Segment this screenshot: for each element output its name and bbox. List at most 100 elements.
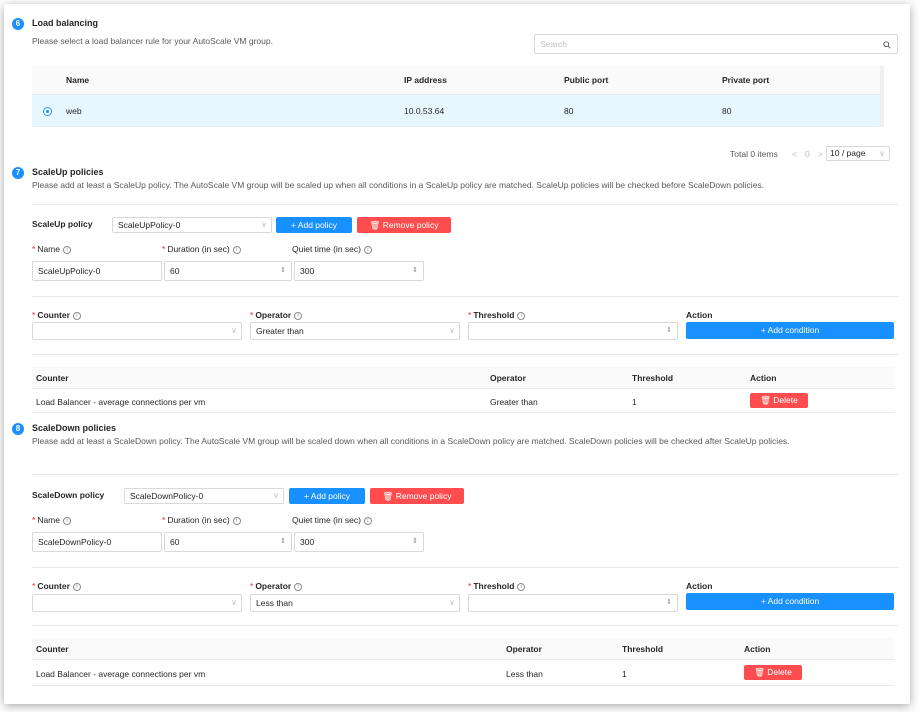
scaleup-duration-label: * Duration (in sec) i (162, 244, 241, 254)
chevron-down-icon: ∨ (231, 326, 237, 335)
chevron-down-icon: ∨ (261, 220, 267, 229)
divider (32, 354, 898, 355)
pagination-prev[interactable]: < (792, 149, 797, 159)
scaleup-threshold-label: * Threshold i (468, 310, 526, 320)
scaleup-action-label: Action (686, 310, 713, 320)
lb-col-public-port: Public port (564, 75, 609, 85)
table-row: Load Balancer - average connections per … (32, 389, 894, 413)
scaleup-quiet-input[interactable]: 300 ⇕ (294, 261, 424, 281)
divider (32, 296, 898, 297)
col-operator: Operator (490, 373, 526, 383)
lb-search-placeholder: Search (540, 39, 567, 49)
scaleup-operator-label: * Operator i (250, 310, 303, 320)
table-row[interactable]: web 10.0.53.64 80 80 (32, 95, 880, 127)
scaledown-description: Please add at least a ScaleDown policy. … (32, 436, 790, 446)
scaleup-counter-label: * Counter i (32, 310, 81, 320)
lb-col-name: Name (66, 75, 90, 85)
col-action: Action (750, 373, 777, 383)
lb-search-input[interactable]: Search (534, 34, 898, 54)
scaledown-duration-value: 60 (170, 537, 180, 547)
search-icon[interactable] (883, 35, 891, 53)
lb-row-ip: 10.0.53.64 (404, 106, 445, 116)
delete-label: Delete (767, 667, 792, 677)
step-badge-8: 8 (12, 423, 24, 435)
scaledown-quiet-input[interactable]: 300 ⇕ (294, 532, 424, 552)
delete-condition-button[interactable]: 🗑 Delete (744, 665, 802, 680)
delete-label: Delete (773, 395, 798, 405)
scaleup-duration-input[interactable]: 60 ⇕ (164, 261, 292, 281)
col-threshold: Threshold (622, 644, 664, 654)
page-size-select[interactable]: 10 / page ∨ (826, 146, 890, 161)
lb-col-ip: IP address (404, 75, 447, 85)
condition-counter: Load Balancer - average connections per … (36, 669, 206, 679)
delete-condition-button[interactable]: 🗑 Delete (750, 393, 808, 408)
load-balancing-description: Please select a load balancer rule for y… (32, 36, 273, 46)
condition-operator: Greater than (490, 397, 538, 407)
scaledown-counter-label: * Counter i (32, 581, 81, 591)
col-threshold: Threshold (632, 373, 674, 383)
step-badge-6: 6 (12, 18, 24, 30)
scaleup-add-policy-button[interactable]: + Add policy (276, 217, 352, 233)
scaleup-policy-selected: ScaleUpPolicy-0 (118, 220, 181, 230)
trash-icon: 🗑 (382, 491, 394, 501)
scaleup-threshold-input[interactable]: ⇕ (468, 322, 678, 340)
scaleup-name-input[interactable]: ScaleUpPolicy-0 (32, 261, 162, 281)
scaleup-add-condition-button[interactable]: + Add condition (686, 322, 894, 339)
scaleup-description: Please add at least a ScaleUp policy. Th… (32, 180, 765, 190)
scaleup-title: ScaleUp policies (32, 167, 104, 177)
pagination-page[interactable]: 0 (805, 149, 810, 159)
scaleup-name-label: * Name i (32, 244, 71, 254)
scaledown-counter-select[interactable]: ∨ (32, 594, 242, 612)
scaledown-policy-selected: ScaleDownPolicy-0 (130, 491, 204, 501)
scaledown-add-policy-button[interactable]: + Add policy (289, 488, 365, 504)
scaledown-name-input[interactable]: ScaleDownPolicy-0 (32, 532, 162, 552)
scaledown-add-condition-button[interactable]: + Add condition (686, 593, 894, 610)
trash-icon: 🗑 (369, 220, 381, 230)
scaleup-remove-policy-button[interactable]: 🗑 Remove policy (357, 217, 451, 233)
scaledown-threshold-input[interactable]: ⇕ (468, 594, 678, 612)
info-icon: i (232, 245, 241, 254)
chevron-down-icon: ∨ (449, 598, 455, 607)
scaleup-counter-select[interactable]: ∨ (32, 322, 242, 340)
scaleup-quiet-label: Quiet time (in sec) i (292, 244, 372, 254)
info-icon: i (63, 245, 71, 254)
col-counter: Counter (36, 373, 69, 383)
info-icon: i (294, 311, 303, 320)
col-operator: Operator (506, 644, 542, 654)
scaledown-remove-policy-button[interactable]: 🗑 Remove policy (370, 488, 464, 504)
scaledown-policy-select[interactable]: ScaleDownPolicy-0 ∨ (124, 488, 284, 504)
scaledown-duration-input[interactable]: 60 ⇕ (164, 532, 292, 552)
scaledown-title: ScaleDown policies (32, 423, 117, 433)
condition-operator: Less than (506, 669, 543, 679)
info-icon: i (72, 582, 81, 591)
autoscale-form: 6 Load balancing Please select a load ba… (4, 4, 910, 704)
info-icon: i (517, 582, 526, 591)
scaledown-quiet-label: Quiet time (in sec) i (292, 515, 372, 525)
stepper-icon[interactable]: ⇕ (412, 262, 418, 280)
info-icon: i (294, 582, 303, 591)
scaleup-operator-select[interactable]: Greater than ∨ (250, 322, 460, 340)
lb-row-public-port: 80 (564, 106, 574, 116)
stepper-icon[interactable]: ⇕ (280, 262, 286, 280)
scaledown-operator-value: Less than (256, 598, 293, 608)
pagination-next[interactable]: > (818, 149, 823, 159)
stepper-icon[interactable]: ⇕ (412, 533, 418, 551)
load-balancing-title: Load balancing (32, 18, 99, 28)
info-icon: i (63, 516, 71, 525)
scaledown-conditions-header: Counter Operator Threshold Action (32, 638, 894, 660)
lb-row-radio[interactable] (43, 107, 52, 116)
condition-threshold: 1 (622, 669, 627, 679)
trash-icon: 🗑 (760, 395, 771, 405)
scaleup-policy-select[interactable]: ScaleUpPolicy-0 ∨ (112, 217, 272, 233)
stepper-icon[interactable]: ⇕ (666, 323, 672, 339)
condition-threshold: 1 (632, 397, 637, 407)
chevron-down-icon: ∨ (273, 491, 279, 500)
table-scrollbar[interactable] (880, 66, 884, 127)
info-icon: i (72, 311, 81, 320)
trash-icon: 🗑 (754, 667, 765, 677)
lb-row-private-port: 80 (722, 106, 732, 116)
stepper-icon[interactable]: ⇕ (666, 595, 672, 611)
scaledown-operator-select[interactable]: Less than ∨ (250, 594, 460, 612)
divider (32, 567, 898, 568)
stepper-icon[interactable]: ⇕ (280, 533, 286, 551)
